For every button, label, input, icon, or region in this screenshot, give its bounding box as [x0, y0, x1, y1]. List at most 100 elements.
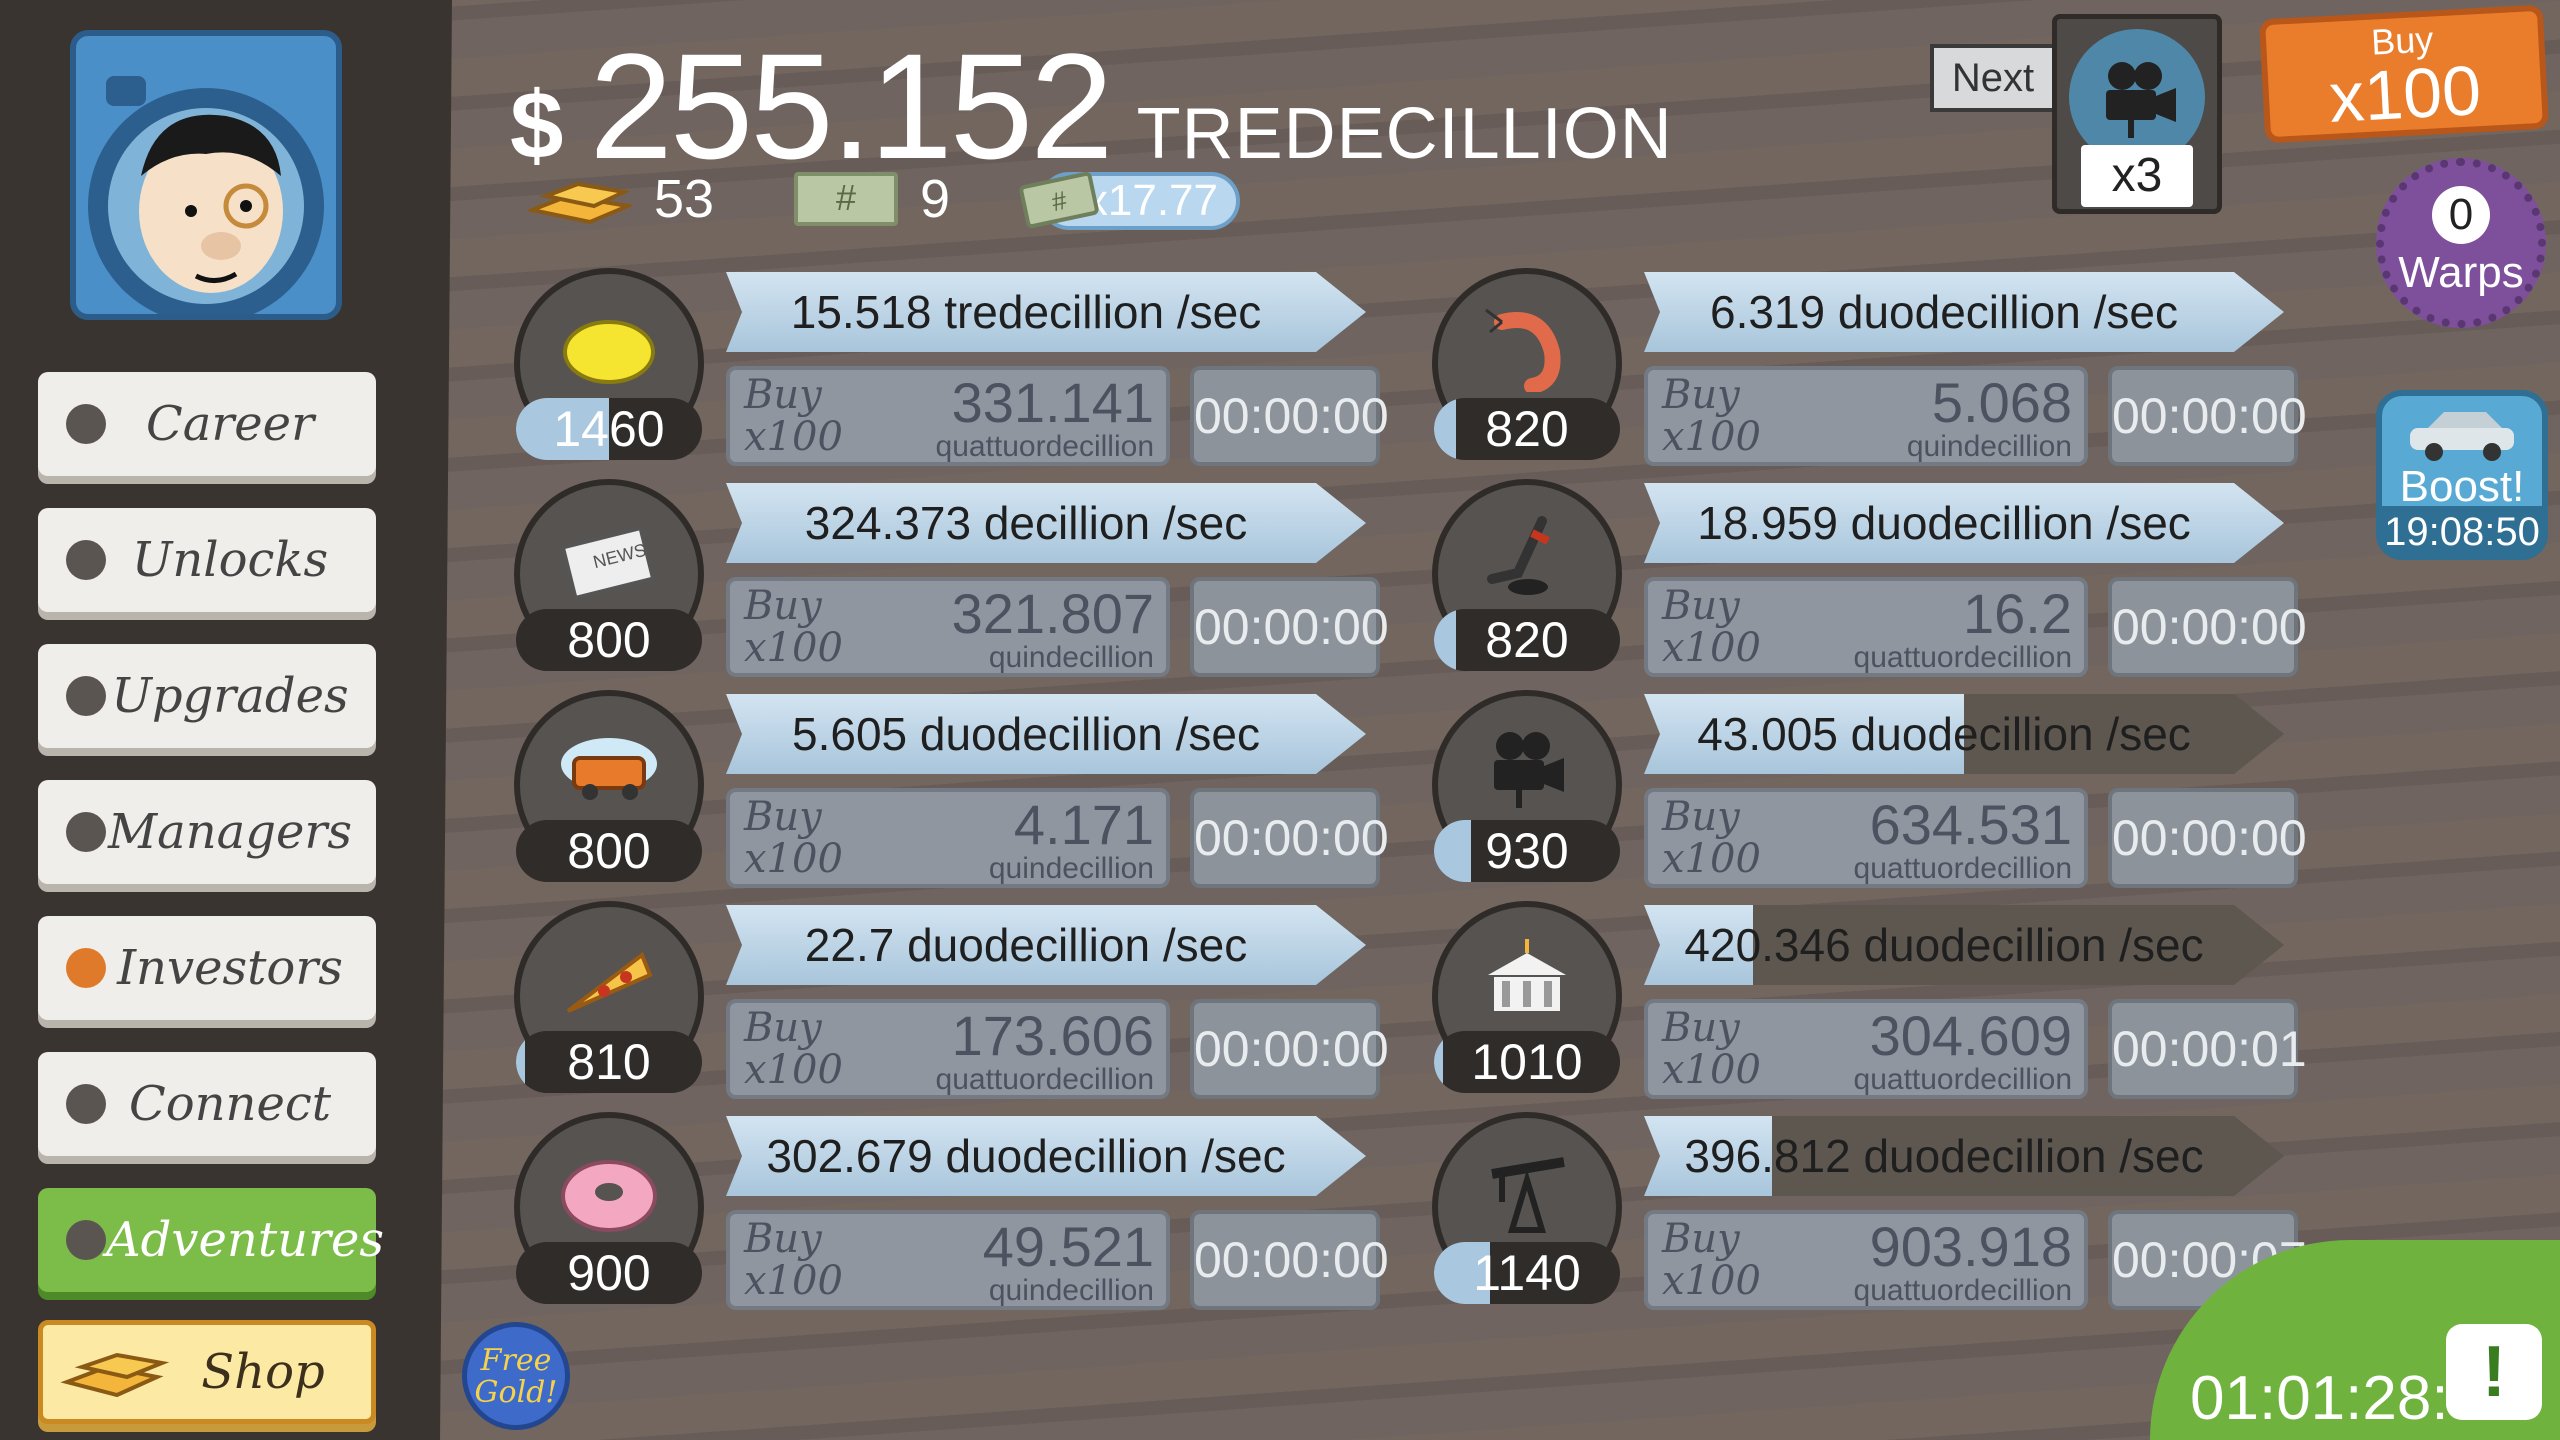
business-owned-count: 800	[516, 609, 702, 671]
multiplier-badge[interactable]: # x17.77	[1019, 171, 1240, 230]
gold-bars-icon	[60, 1352, 170, 1398]
buy-label: Buy	[1662, 583, 1740, 629]
buy-qty: x100	[744, 1258, 843, 1304]
buy-qty: x100	[1662, 414, 1761, 460]
buy-qty: x100	[1662, 836, 1761, 882]
owned-count-text: 1460	[553, 401, 665, 457]
buy-business-button[interactable]: Buy x100 16.2 quattuordecillion	[1644, 577, 2088, 677]
buy-label: Buy	[744, 583, 822, 629]
buy-business-button[interactable]: Buy x100 331.141 quattuordecillion	[726, 366, 1170, 466]
buy-mode-toggle[interactable]: Buy x100	[2258, 4, 2550, 144]
tickets-stat: # 9	[794, 168, 950, 230]
buy-label: Buy	[744, 1216, 822, 1262]
warps-count: 0	[2432, 186, 2490, 244]
buy-business-button[interactable]: Buy x100 5.068 quindecillion	[1644, 366, 2088, 466]
revenue-rate-text: 15.518 tredecillion /sec	[790, 286, 1262, 338]
owned-count-text: 800	[567, 612, 651, 668]
business-owned-count: 1010	[1434, 1031, 1620, 1093]
notification-dot	[66, 812, 106, 852]
car-wash-icon	[561, 738, 657, 800]
buy-cost-unit: quattuordecillion	[1853, 641, 2072, 674]
bank-icon	[1488, 939, 1566, 1011]
buy-cost-unit: quattuordecillion	[935, 1063, 1154, 1096]
business-revenue-bar[interactable]: 420.346 duodecillion /sec	[1644, 905, 2284, 985]
movie-camera-icon	[1494, 732, 1564, 808]
nav-investors[interactable]: Investors	[38, 916, 376, 1020]
buy-label: Buy	[1662, 1216, 1740, 1262]
nav-connect[interactable]: Connect	[38, 1052, 376, 1156]
nav-label: Adventures	[106, 1212, 385, 1268]
gold-bars-icon	[528, 181, 632, 225]
next-unlock-card[interactable]: x3	[2052, 14, 2222, 214]
business-revenue-bar[interactable]: 6.319 duodecillion /sec	[1644, 272, 2284, 352]
nav-adventures[interactable]: Adventures	[38, 1188, 384, 1292]
next-label[interactable]: Next	[1930, 44, 2056, 112]
business-revenue-bar[interactable]: 22.7 duodecillion /sec	[726, 905, 1366, 985]
buy-cost-unit: quattuordecillion	[1853, 852, 2072, 885]
business-revenue-bar[interactable]: 396.812 duodecillion /sec	[1644, 1116, 2284, 1196]
business-revenue-bar[interactable]: 15.518 tredecillion /sec	[726, 272, 1366, 352]
buy-cost-unit: quindecillion	[988, 1274, 1154, 1307]
buy-label: Buy	[744, 794, 822, 840]
business-revenue-bar[interactable]: 5.605 duodecillion /sec	[726, 694, 1366, 774]
notification-dot	[66, 404, 106, 444]
revenue-rate-text: 396.812 duodecillion /sec	[1684, 1130, 2204, 1182]
free-gold-button[interactable]: Free Gold!	[462, 1322, 570, 1430]
business-timer: 00:00:00	[1190, 788, 1389, 888]
revenue-rate-text: 324.373 decillion /sec	[804, 497, 1248, 549]
business-timer: 00:00:00	[2108, 577, 2307, 677]
buy-label: Buy	[1662, 372, 1740, 418]
buy-qty: x100	[744, 1047, 843, 1093]
buy-business-button[interactable]: Buy x100 173.606 quattuordecillion	[726, 999, 1170, 1099]
nav-career[interactable]: Career	[38, 372, 376, 476]
warps-button[interactable]: 0 Warps	[2376, 158, 2546, 328]
nav-label: Investors	[117, 940, 343, 996]
business-revenue-bar[interactable]: 324.373 decillion /sec	[726, 483, 1366, 563]
business-row: 930 43.005 duodecillion /sec Buy x100 63…	[1432, 690, 2332, 890]
nav-shop[interactable]: Shop	[38, 1320, 376, 1424]
oil-rig-icon	[1491, 1157, 1565, 1233]
nav-managers[interactable]: Managers	[38, 780, 376, 884]
buy-business-button[interactable]: Buy x100 321.807 quindecillion	[726, 577, 1170, 677]
owned-progress-fill	[1434, 398, 1457, 460]
buy-business-button[interactable]: Buy x100 903.918 quattuordecillion	[1644, 1210, 2088, 1310]
revenue-rate-text: 420.346 duodecillion /sec	[1684, 919, 2204, 971]
owned-count-text: 1010	[1471, 1034, 1583, 1090]
warps-label: Warps	[2398, 248, 2524, 297]
revenue-rate-text: 22.7 duodecillion /sec	[804, 919, 1248, 971]
business-revenue-bar[interactable]: 18.959 duodecillion /sec	[1644, 483, 2284, 563]
buy-business-button[interactable]: Buy x100 634.531 quattuordecillion	[1644, 788, 2088, 888]
buy-cost: 4.171	[1013, 793, 1154, 856]
owned-progress-fill	[1434, 820, 1472, 882]
owned-count-text: 820	[1485, 612, 1569, 668]
buy-label: Buy	[744, 372, 822, 418]
nav-upgrades[interactable]: Upgrades	[38, 644, 376, 748]
movie-camera-icon	[2106, 62, 2176, 138]
notification-dot	[66, 540, 106, 580]
notification-dot	[66, 1084, 106, 1124]
multiplier-value: x17.77	[1085, 176, 1218, 225]
business-row: 820 18.959 duodecillion /sec Buy x100 16…	[1432, 479, 2332, 679]
ticket-icon: #	[1019, 171, 1099, 228]
nav-unlocks[interactable]: Unlocks	[38, 508, 376, 612]
owned-progress-fill	[516, 1031, 526, 1093]
buy-business-button[interactable]: Buy x100 49.521 quindecillion	[726, 1210, 1170, 1310]
astronaut-avatar-icon	[88, 76, 324, 314]
buy-business-button[interactable]: Buy x100 4.171 quindecillion	[726, 788, 1170, 888]
business-revenue-bar[interactable]: 302.679 duodecillion /sec	[726, 1116, 1366, 1196]
ticket-icon: #	[794, 172, 898, 226]
owned-count-text: 1140	[1473, 1245, 1581, 1301]
owned-progress-fill	[1434, 1031, 1444, 1093]
buy-qty: x100	[1662, 1047, 1761, 1093]
buy-cost-unit: quindecillion	[988, 641, 1154, 674]
buy-cost: 321.807	[951, 582, 1154, 645]
buy-business-button[interactable]: Buy x100 304.609 quattuordecillion	[1644, 999, 2088, 1099]
boost-button[interactable]: Boost! 19:08:50	[2376, 390, 2548, 560]
revenue-rate-text: 5.605 duodecillion /sec	[792, 708, 1260, 760]
business-revenue-bar[interactable]: 43.005 duodecillion /sec	[1644, 694, 2284, 774]
buy-label: Buy	[1662, 794, 1740, 840]
next-unlock-reward: x3	[2081, 145, 2193, 207]
avatar[interactable]	[70, 30, 342, 320]
business-row: 1140 396.812 duodecillion /sec Buy x100 …	[1432, 1112, 2332, 1312]
business-timer: 00:00:00	[1190, 577, 1389, 677]
